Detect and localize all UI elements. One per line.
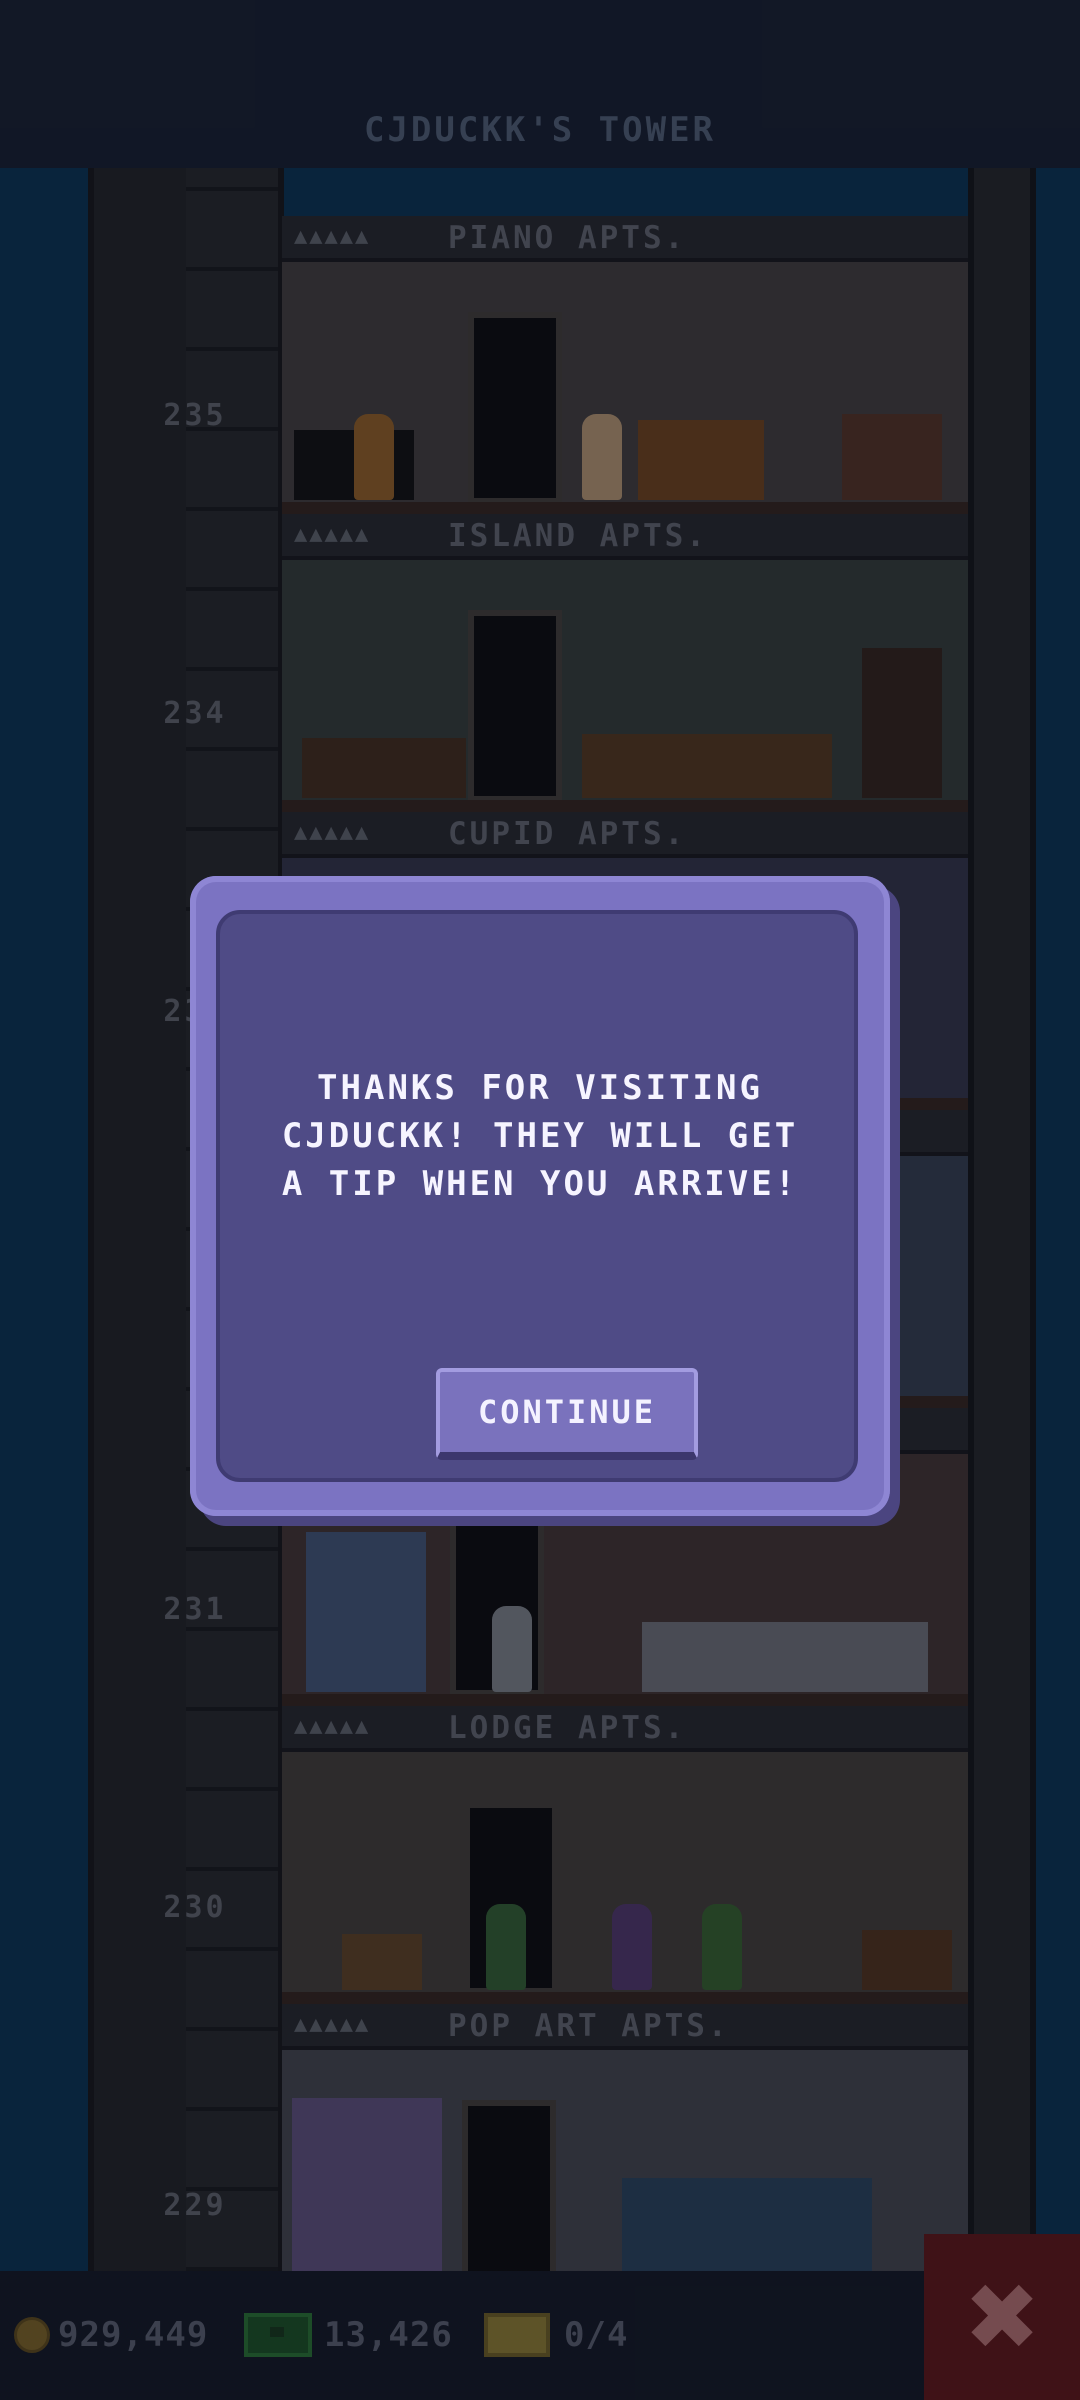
room-scene	[282, 560, 968, 812]
floor-sign: ▲▲▲▲▲ ISLAND APTS.	[282, 514, 968, 560]
currency-bar: 929,449 13,426 0/4	[0, 2271, 924, 2400]
pop-art-poster	[292, 2098, 442, 2271]
cabinet	[862, 648, 942, 798]
floor-island[interactable]: ▲▲▲▲▲ ISLAND APTS.	[282, 514, 968, 812]
floor-sign: ▲▲▲▲▲ POP ART APTS.	[282, 2004, 968, 2050]
occupancy-icons: ▲▲▲▲▲	[294, 1714, 371, 1739]
floor-name: POP ART APTS.	[448, 2008, 730, 2044]
room-scene	[282, 2050, 968, 2271]
occupancy-icons: ▲▲▲▲▲	[294, 224, 371, 249]
floor-name: PIANO APTS.	[448, 220, 687, 256]
floor-sign: ▲▲▲▲▲ LODGE APTS.	[282, 1706, 968, 1752]
resident	[486, 1904, 526, 1990]
armchair	[862, 1930, 952, 1990]
fireplace	[842, 414, 942, 500]
dialog-body: THANKS FOR VISITING CJDUCKK! THEY WILL G…	[216, 910, 858, 1482]
tower-title: CJDUCKK'S TOWER	[363, 110, 717, 150]
resident	[612, 1904, 652, 1990]
visit-dialog: THANKS FOR VISITING CJDUCKK! THEY WILL G…	[190, 876, 890, 1516]
aquarium	[622, 2178, 872, 2271]
coins-stat[interactable]: 929,449	[14, 2305, 208, 2365]
dialog-message: THANKS FOR VISITING CJDUCKK! THEY WILL G…	[281, 1068, 799, 1204]
coin-count: 929,449	[58, 2315, 209, 2355]
peace-poster	[306, 1532, 426, 1692]
floor-piano[interactable]: ▲▲▲▲▲ PIANO APTS.	[282, 216, 968, 514]
floor-door	[468, 312, 562, 504]
ticket-count: 0/4	[564, 2315, 629, 2355]
tower-right-column	[968, 168, 1036, 2271]
top-header: CJDUCKK'S TOWER	[0, 0, 1080, 168]
occupancy-icons: ▲▲▲▲▲	[294, 2012, 371, 2037]
floor-door	[462, 2100, 556, 2271]
bux-count: 13,426	[324, 2315, 453, 2355]
floor-name: ISLAND APTS.	[448, 518, 708, 554]
close-icon: ✖	[963, 2263, 1041, 2371]
floor-number: 235	[163, 398, 227, 433]
close-button[interactable]: ✖	[924, 2234, 1080, 2400]
floor-strip	[282, 502, 968, 514]
resident	[354, 414, 394, 500]
floor-strip	[282, 1992, 968, 2004]
occupancy-icons: ▲▲▲▲▲	[294, 820, 371, 845]
resident	[702, 1904, 742, 1990]
floor-sign: ▲▲▲▲▲ PIANO APTS.	[282, 216, 968, 262]
floor-number: 229	[163, 2188, 227, 2223]
side-table	[342, 1934, 422, 1990]
floor-number: 234	[163, 696, 227, 731]
floor-door	[468, 610, 562, 802]
sofa	[642, 1622, 928, 1692]
floor-strip	[282, 800, 968, 812]
room-scene	[282, 1752, 968, 2004]
bed	[638, 420, 764, 500]
floor-pop-art[interactable]: ▲▲▲▲▲ POP ART APTS.	[282, 2004, 968, 2271]
coin-icon	[14, 2317, 50, 2353]
floor-strip	[282, 1694, 968, 1706]
resident	[492, 1606, 532, 1692]
room-scene	[282, 262, 968, 514]
bux-stat[interactable]: 13,426	[244, 2305, 453, 2365]
floor-sign: ▲▲▲▲▲ CUPID APTS.	[282, 812, 968, 858]
floor-name: CUPID APTS.	[448, 816, 687, 852]
tickets-stat[interactable]: 0/4	[484, 2305, 628, 2365]
continue-button[interactable]: CONTINUE	[436, 1368, 698, 1460]
floor-number: 230	[163, 1890, 227, 1925]
floor-lodge[interactable]: ▲▲▲▲▲ LODGE APTS.	[282, 1706, 968, 2004]
occupancy-icons: ▲▲▲▲▲	[294, 522, 371, 547]
tower-left-column	[88, 168, 196, 2271]
floor-name: LODGE APTS.	[448, 1710, 687, 1746]
planter	[302, 738, 466, 798]
floor-number: 231	[163, 1592, 227, 1627]
ticket-icon	[484, 2313, 550, 2357]
bux-icon	[244, 2313, 312, 2357]
resident	[582, 414, 622, 500]
sofa	[582, 734, 832, 798]
